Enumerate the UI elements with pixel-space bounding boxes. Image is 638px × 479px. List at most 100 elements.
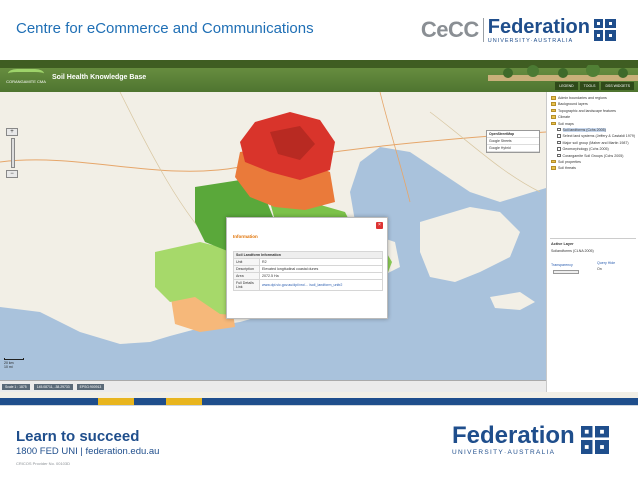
folder-icon [551, 159, 556, 164]
landscape-banner-icon [488, 65, 638, 81]
transparency-label: Transparency [551, 263, 573, 267]
zoom-control: + − [6, 128, 20, 180]
layer-tree-item[interactable]: Climate [550, 115, 638, 119]
layer-checkbox[interactable] [557, 153, 561, 158]
nav-tools[interactable]: TOOLS [579, 82, 600, 90]
folder-icon [551, 96, 556, 100]
federation-crest-footer-icon [580, 426, 609, 454]
close-icon[interactable]: × [376, 222, 383, 229]
folder-icon [551, 108, 556, 113]
slide: Centre for eCommerce and Communications … [0, 0, 638, 479]
layer-tree-item[interactable]: Corangamite Soil Groups (Cchs 2005) [550, 153, 638, 158]
query-label[interactable]: Query Hide [597, 261, 615, 265]
slide-title: Centre for eCommerce and Communications [16, 20, 314, 37]
cma-logo-text: CORANGAMITE CMA [6, 79, 46, 84]
layer-tree-item[interactable]: Background layers [550, 102, 638, 106]
folder-icon [551, 102, 556, 106]
federation-logo-text: Federation [487, 15, 590, 38]
logo-separator [482, 18, 484, 42]
full-details-link[interactable]: www.dpi.vic.gov.au/dpi/vro/... /soil_lan… [259, 279, 383, 291]
layer-tree-label: Topographic and landscape features [558, 108, 616, 113]
map-statusbar: Scale 1 : 1875 145.08711, -38.29733 EPSG… [0, 380, 546, 392]
sidebar-divider [550, 238, 636, 239]
table-header-row: Soil Landform Information [233, 251, 383, 259]
university-logo-footer-text: UNIVERSITY·AUSTRALIA [452, 449, 556, 456]
status-projection: EPSG:900913 [76, 383, 105, 390]
zoom-slider[interactable] [11, 138, 15, 168]
scale-line: 20 km 10 mi [4, 358, 24, 369]
layer-tree-label: Climate [558, 115, 571, 120]
footer-rule [0, 405, 638, 406]
cma-logo-icon [8, 69, 44, 78]
footer-cricos: CRICOS Provider No. 00103D [16, 461, 71, 466]
header-logo: CeCC Federation UNIVERSITY·AUSTRALIA [421, 15, 616, 45]
folder-icon [551, 121, 556, 126]
active-layer-value: Soilandforms (CLNA 2005) [551, 249, 594, 253]
active-layer-heading: Active Layer [551, 242, 574, 246]
footer-logo: Federation UNIVERSITY·AUSTRALIA [452, 424, 609, 456]
layer-tree-label: Soil threats [558, 166, 576, 171]
layer-tree-item[interactable]: Soil properties [550, 159, 638, 164]
table-header: Soil Landform Information [233, 251, 383, 259]
layer-tree-item[interactable]: Major soil group (Maher and Martin 1987) [550, 140, 638, 145]
soil-app-window: CORANGAMITE CMA Soil Health Knowledge Ba… [0, 60, 638, 406]
layer-tree-item[interactable]: Soil maps [550, 121, 638, 126]
land-phillip-island [490, 292, 535, 310]
footer-contact: 1800 FED UNI | federation.edu.au [16, 446, 160, 457]
layer-sidebar: Admin boundaries and regions Background l… [546, 92, 638, 392]
transparency-slider[interactable] [553, 270, 579, 274]
table-row: Area 2072.5 Ha [233, 272, 383, 280]
federation-logo: Federation UNIVERSITY·AUSTRALIA [488, 17, 590, 44]
soil-info-table: Soil Landform Information Unit R2 Descri… [233, 251, 383, 291]
footer-slogan: Learn to succeed [16, 428, 140, 445]
layer-checkbox[interactable] [557, 147, 561, 151]
status-coordinates: 145.08711, -38.29733 [33, 383, 73, 390]
app-header: CORANGAMITE CMA Soil Health Knowledge Ba… [0, 60, 638, 92]
base-layer-google-streets[interactable]: Google Streets [487, 138, 539, 145]
table-row: Unit R2 [233, 258, 383, 266]
layer-tree-label: Background layers [558, 102, 588, 107]
table-row: Description Elevated longitudinal coasta… [233, 265, 383, 273]
nav-dss-widgets[interactable]: DSS WIDGETS [601, 82, 634, 90]
zoom-out-button[interactable]: − [6, 170, 18, 178]
layer-tree-label: Soil maps [558, 121, 574, 126]
layer-checkbox[interactable] [557, 134, 561, 138]
cecc-logo-text: CeCC [420, 17, 479, 42]
layer-tree-item[interactable]: Select land systems (Jeffery & Castaldi … [550, 134, 638, 138]
row-value: 2072.5 Ha [259, 272, 383, 280]
land-mornington [420, 207, 520, 282]
layer-tree-item[interactable]: Geomorphology (Cchs 2005) [550, 147, 638, 151]
layer-tree-label: Corangamite Soil Groups (Cchs 2005) [562, 153, 624, 158]
layer-checkbox[interactable] [557, 127, 561, 132]
row-key: Area [233, 272, 260, 280]
info-popup: × Information Soil Landform Information … [226, 217, 388, 319]
base-layer-google-hybrid[interactable]: Google Hybrid [487, 145, 539, 152]
row-key: Full Details Link [233, 279, 260, 291]
row-value: Elevated longitudinal coastal dunes [259, 265, 383, 273]
layer-tree-item[interactable]: Soil landforms (Cchs 2005) [550, 127, 638, 132]
layer-tree-item[interactable]: Admin boundaries and regions [550, 96, 638, 100]
layer-tree-label: Soil properties [558, 159, 581, 164]
layer-tree-label: Admin boundaries and regions [558, 96, 607, 100]
university-logo-text: UNIVERSITY·AUSTRALIA [487, 37, 574, 44]
app-title: Soil Health Knowledge Base [52, 74, 147, 81]
query-value: On [597, 267, 602, 271]
folder-icon [551, 115, 556, 119]
layer-tree-item[interactable]: Soil threats [550, 166, 638, 170]
popup-title: Information [233, 234, 258, 239]
nav-legend[interactable]: LEGEND [555, 82, 578, 90]
layer-tree-item[interactable]: Topographic and landscape features [550, 108, 638, 113]
layer-tree: Admin boundaries and regions Background l… [550, 96, 638, 173]
layer-tree-label: Major soil group (Maher and Martin 1987) [562, 140, 629, 145]
scale-bar-top [4, 358, 24, 360]
federation-logo-footer: Federation UNIVERSITY·AUSTRALIA [452, 424, 575, 457]
layer-tree-label: Soil landforms (Cchs 2005) [562, 127, 606, 132]
scale-label-mi: 10 mi [4, 365, 13, 369]
base-layer-osm[interactable]: OpenStreetMap [487, 131, 539, 138]
row-key: Description [233, 265, 260, 273]
app-nav: LEGEND TOOLS DSS WIDGETS [555, 82, 634, 90]
table-row: Full Details Link www.dpi.vic.gov.au/dpi… [233, 279, 383, 291]
folder-icon [551, 166, 556, 170]
zoom-in-button[interactable]: + [6, 128, 18, 136]
layer-checkbox[interactable] [557, 140, 561, 145]
